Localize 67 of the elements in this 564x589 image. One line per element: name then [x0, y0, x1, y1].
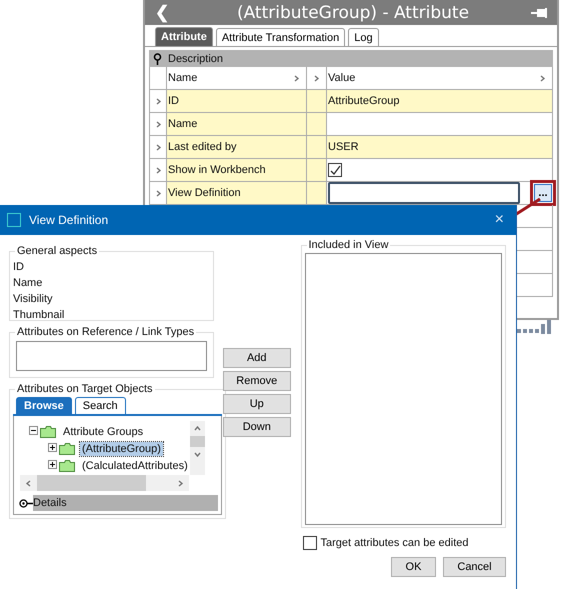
checkbox-label: Target attributes can be edited [320, 537, 468, 549]
tree-item[interactable]: (AttributeGroup) [80, 442, 163, 456]
dialog-title: View Definition [29, 213, 108, 227]
folder-icon [40, 426, 56, 438]
property-name: Last edited by [168, 141, 236, 153]
list-box[interactable] [16, 341, 207, 371]
tab[interactable]: Search [74, 397, 126, 414]
back-button[interactable]: ❮ [149, 2, 175, 23]
chevron-icon [154, 144, 162, 150]
group-label: General aspects [16, 245, 98, 257]
chevron-icon [539, 74, 546, 82]
chevron-icon [177, 480, 184, 486]
dialog-button[interactable]: OK [391, 557, 436, 577]
pin-icon[interactable] [531, 8, 549, 18]
property-value: AttributeGroup [328, 95, 400, 107]
chevron-icon [154, 166, 162, 174]
chevron-up-icon [194, 425, 201, 432]
input-field[interactable] [328, 182, 520, 204]
checkbox[interactable] [328, 163, 342, 177]
tab[interactable]: Browse [16, 397, 72, 414]
action-button[interactable]: Remove [223, 371, 290, 391]
checkbox[interactable] [302, 536, 316, 550]
pin-icon [19, 498, 33, 508]
list-item[interactable]: ID [13, 259, 210, 275]
group-label: Attributes on Target Objects [16, 383, 154, 395]
group-label: Attributes on Reference / Link Types [16, 326, 196, 338]
expand-icon[interactable] [48, 460, 57, 472]
chevron-icon [293, 74, 300, 82]
chevron-icon [313, 74, 320, 82]
property-name: Name [168, 118, 198, 130]
column-header[interactable]: Value [328, 72, 356, 84]
pin-icon [153, 52, 162, 64]
action-button[interactable]: Down [223, 417, 290, 437]
property-name: Show in Workbench [168, 164, 266, 176]
column-header[interactable]: Name [168, 72, 198, 84]
tree-item[interactable]: Attribute Groups [61, 424, 146, 438]
action-button[interactable]: Add [223, 348, 290, 368]
tree-item[interactable]: (CalculatedAttributes) [80, 458, 190, 472]
expand-icon[interactable] [48, 442, 57, 454]
property-value: USER [328, 141, 359, 153]
list-item[interactable]: Visibility [13, 291, 210, 307]
section-title: Description [168, 52, 224, 64]
property-name: View Definition [168, 187, 241, 199]
panel-title: (AttributeGroup) - Attribute [236, 2, 470, 22]
dialog-button[interactable]: Cancel [443, 557, 506, 577]
window-icon [7, 213, 21, 227]
list-item[interactable]: Name [13, 275, 210, 291]
chevron-down-icon [194, 451, 201, 458]
folder-icon [59, 460, 75, 472]
close-button[interactable]: × [482, 211, 516, 229]
chevron-icon [154, 120, 162, 128]
chevron-left-icon [25, 480, 32, 486]
folder-icon [59, 442, 75, 454]
details-bar[interactable]: Details [33, 495, 218, 511]
chevron-icon [154, 190, 162, 196]
tab[interactable]: Log [348, 28, 379, 46]
group-label: Included in View [308, 239, 390, 251]
collapse-icon[interactable] [29, 426, 38, 438]
tab[interactable]: Attribute Transformation [216, 28, 346, 46]
tab[interactable]: Attribute [155, 27, 213, 46]
vertical-scrollbar[interactable] [190, 421, 205, 475]
property-name: ID [168, 95, 179, 107]
action-button[interactable]: Up [223, 394, 290, 414]
chevron-icon [154, 98, 162, 104]
browse-button[interactable]: ... [534, 184, 552, 202]
list-item[interactable]: Thumbnail [13, 307, 210, 323]
horizontal-scrollbar[interactable] [20, 475, 189, 491]
